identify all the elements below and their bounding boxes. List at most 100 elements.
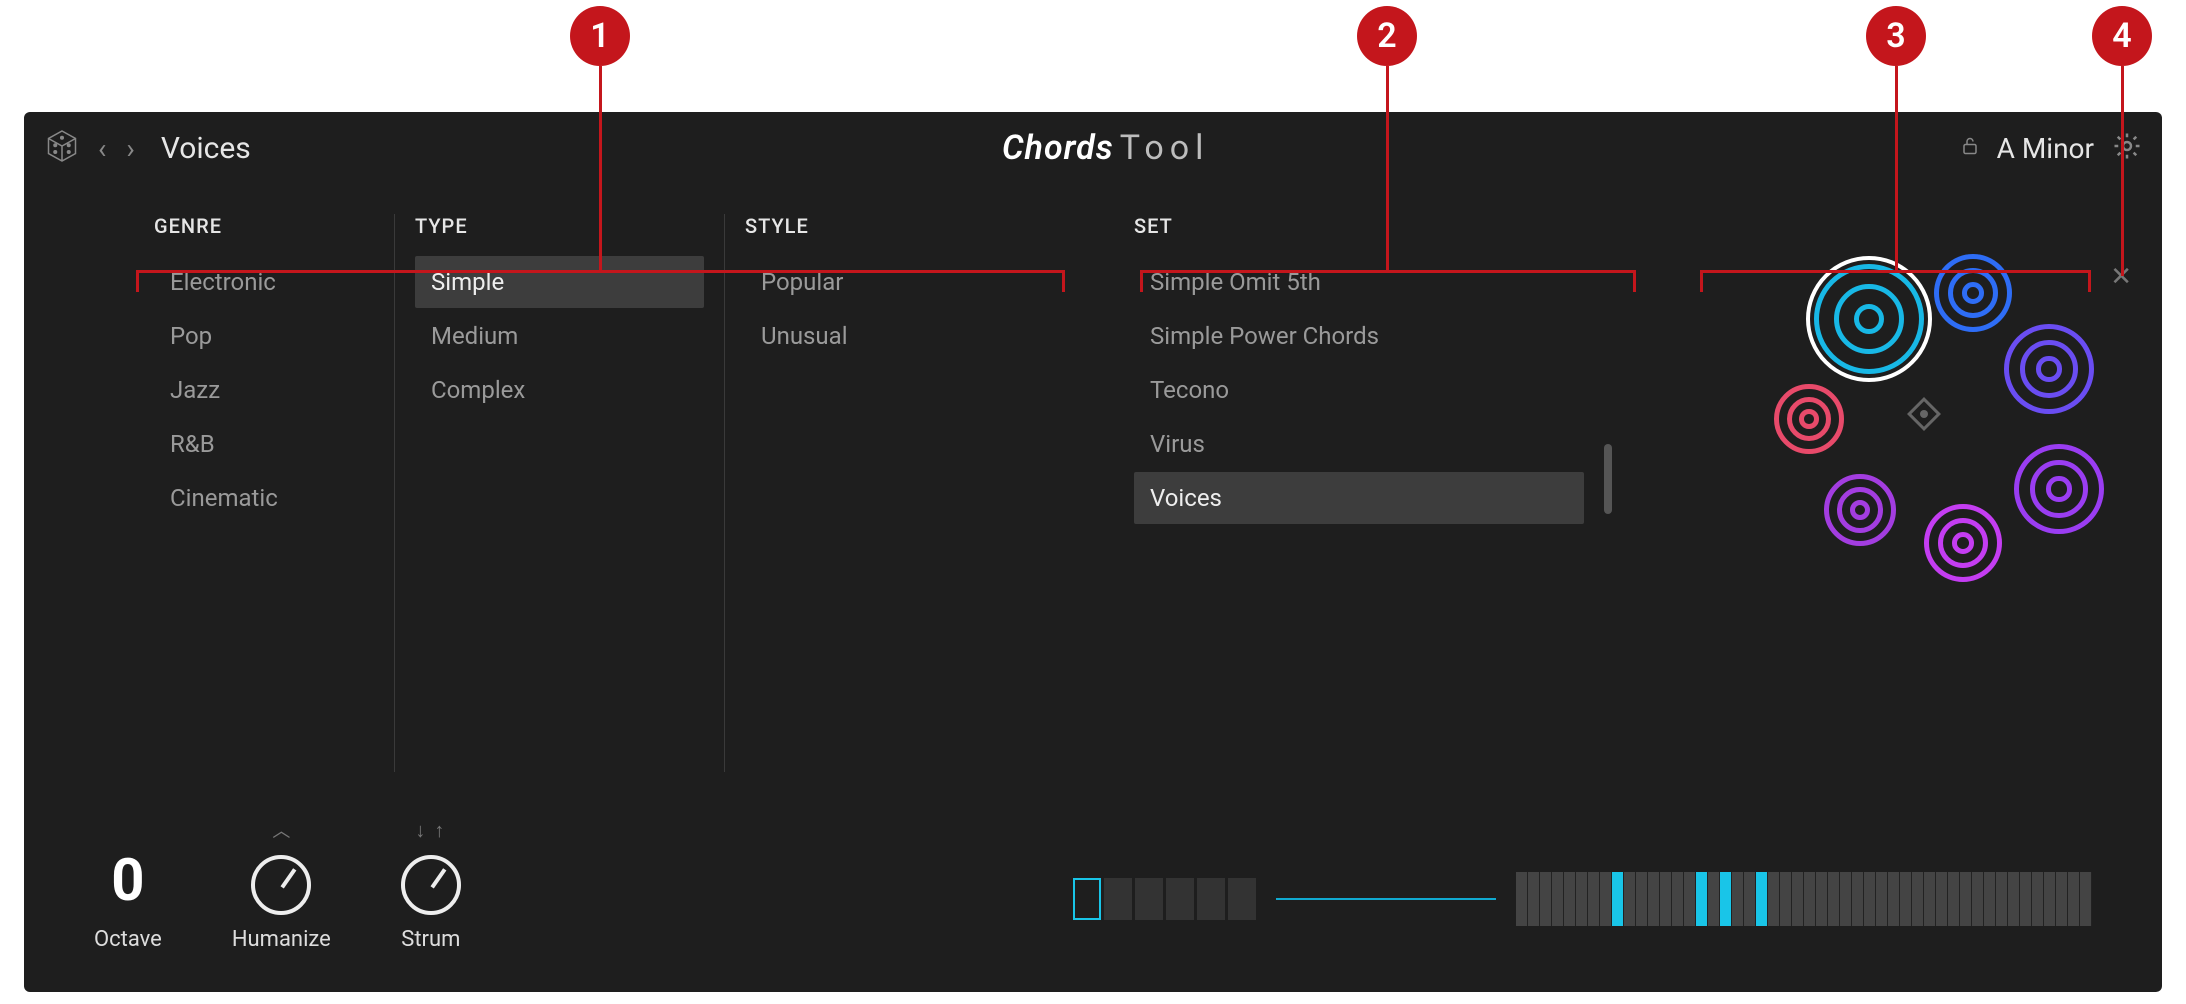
piano-key[interactable] — [1852, 872, 1864, 926]
piano-key[interactable] — [1984, 872, 1996, 926]
piano-key[interactable] — [1816, 872, 1828, 926]
piano-key[interactable] — [2020, 872, 2032, 926]
chord-orbit-node[interactable] — [2014, 444, 2104, 534]
piano-key[interactable] — [1636, 872, 1648, 926]
piano-key[interactable] — [1768, 872, 1780, 926]
strum-knob[interactable] — [401, 855, 461, 915]
piano-key[interactable] — [1516, 872, 1528, 926]
sequencer-steps[interactable] — [1073, 878, 1256, 920]
piano-key[interactable] — [1660, 872, 1672, 926]
column-genre: GENRE Electronic Pop Jazz R&B Cinematic — [64, 214, 394, 772]
bottom-controls: 0 Octave ︿ Humanize ↓ ↑ Strum — [24, 782, 2162, 992]
style-item-popular[interactable]: Popular — [745, 256, 1034, 308]
piano-key[interactable] — [1588, 872, 1600, 926]
seq-step-6[interactable] — [1228, 878, 1256, 920]
seq-step-4[interactable] — [1166, 878, 1194, 920]
piano-key[interactable] — [1840, 872, 1852, 926]
dice-icon[interactable] — [44, 128, 80, 168]
piano-key[interactable] — [1708, 872, 1720, 926]
chord-orbit-node[interactable] — [2004, 324, 2094, 414]
piano-overview[interactable] — [1516, 872, 2092, 926]
seq-step-2[interactable] — [1104, 878, 1132, 920]
chord-orbit-node[interactable] — [1934, 254, 2012, 332]
piano-key[interactable] — [2032, 872, 2044, 926]
piano-key[interactable] — [1576, 872, 1588, 926]
piano-key[interactable] — [1912, 872, 1924, 926]
seq-step-1[interactable] — [1073, 878, 1101, 920]
type-item-medium[interactable]: Medium — [415, 310, 704, 362]
chord-orbit-node[interactable] — [1774, 384, 1844, 454]
strum-control[interactable]: ↓ ↑ Strum — [401, 818, 461, 952]
piano-key[interactable] — [1564, 872, 1576, 926]
genre-item-pop[interactable]: Pop — [154, 310, 374, 362]
key-label[interactable]: A Minor — [1997, 132, 2094, 165]
gear-icon[interactable] — [2112, 131, 2142, 165]
piano-key[interactable] — [1864, 872, 1876, 926]
piano-key[interactable] — [2080, 872, 2092, 926]
set-item-simple-power-chords[interactable]: Simple Power Chords — [1134, 310, 1584, 362]
sequencer-timeline — [1276, 898, 1496, 900]
lock-icon[interactable] — [1961, 135, 1979, 161]
piano-key[interactable] — [1960, 872, 1972, 926]
type-item-simple[interactable]: Simple — [415, 256, 704, 308]
piano-key[interactable] — [1528, 872, 1540, 926]
set-item-voices[interactable]: Voices — [1134, 472, 1584, 524]
arrows-down-up-icon: ↓ ↑ — [415, 818, 446, 843]
nav-forward-button[interactable]: › — [124, 132, 136, 165]
callout-1: 1 — [570, 6, 630, 66]
piano-key[interactable] — [1732, 872, 1744, 926]
set-item-virus[interactable]: Virus — [1134, 418, 1584, 470]
chord-orbit-node[interactable] — [1814, 264, 1924, 374]
piano-key[interactable] — [1792, 872, 1804, 926]
piano-key[interactable] — [2056, 872, 2068, 926]
piano-key[interactable] — [1624, 872, 1636, 926]
piano-key[interactable] — [1924, 872, 1936, 926]
octave-control[interactable]: 0 Octave — [94, 847, 162, 952]
genre-item-jazz[interactable]: Jazz — [154, 364, 374, 416]
piano-key[interactable] — [1876, 872, 1888, 926]
piano-key[interactable] — [1684, 872, 1696, 926]
piano-key[interactable] — [1744, 872, 1756, 926]
chevron-up-icon: ︿ — [272, 817, 290, 843]
genre-item-cinematic[interactable]: Cinematic — [154, 472, 374, 524]
piano-key[interactable] — [1672, 872, 1684, 926]
piano-key[interactable] — [2068, 872, 2080, 926]
piano-key[interactable] — [2044, 872, 2056, 926]
set-item-tecono[interactable]: Tecono — [1134, 364, 1584, 416]
app-title-tool: Tool — [1120, 128, 1210, 168]
octave-value: 0 — [111, 847, 144, 915]
piano-key[interactable] — [1972, 872, 1984, 926]
piano-key[interactable] — [1696, 872, 1708, 926]
piano-key[interactable] — [1804, 872, 1816, 926]
humanize-control[interactable]: ︿ Humanize — [232, 817, 331, 952]
genre-item-rnb[interactable]: R&B — [154, 418, 374, 470]
chord-orbit-node[interactable] — [1924, 504, 2002, 582]
type-item-complex[interactable]: Complex — [415, 364, 704, 416]
app-title-chords: Chords — [1002, 128, 1114, 168]
piano-key[interactable] — [1600, 872, 1612, 926]
humanize-knob[interactable] — [251, 855, 311, 915]
piano-key[interactable] — [1948, 872, 1960, 926]
genre-item-electronic[interactable]: Electronic — [154, 256, 374, 308]
nav-back-button[interactable]: ‹ — [96, 132, 108, 165]
piano-key[interactable] — [1720, 872, 1732, 926]
chord-orbit-node[interactable] — [1824, 474, 1896, 546]
seq-step-5[interactable] — [1197, 878, 1225, 920]
piano-key[interactable] — [1552, 872, 1564, 926]
style-item-unusual[interactable]: Unusual — [745, 310, 1034, 362]
piano-key[interactable] — [1828, 872, 1840, 926]
piano-key[interactable] — [1888, 872, 1900, 926]
set-item-simple-omit-5th[interactable]: Simple Omit 5th — [1134, 256, 1584, 308]
piano-key[interactable] — [1996, 872, 2008, 926]
seq-step-3[interactable] — [1135, 878, 1163, 920]
piano-key[interactable] — [1780, 872, 1792, 926]
piano-key[interactable] — [1936, 872, 1948, 926]
piano-key[interactable] — [1900, 872, 1912, 926]
piano-key[interactable] — [1612, 872, 1624, 926]
piano-key[interactable] — [1540, 872, 1552, 926]
callout-2: 2 — [1357, 6, 1417, 66]
piano-key[interactable] — [1648, 872, 1660, 926]
piano-key[interactable] — [2008, 872, 2020, 926]
piano-key[interactable] — [1756, 872, 1768, 926]
app-title: ChordsTool — [267, 128, 1945, 168]
